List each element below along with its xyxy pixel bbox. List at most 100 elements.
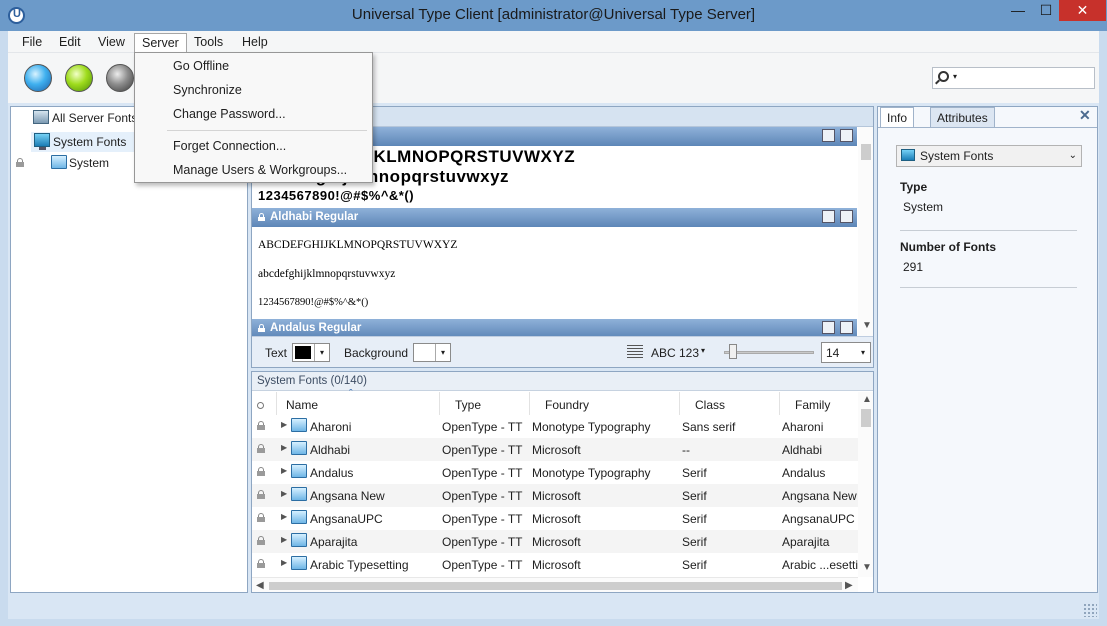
menu-file[interactable]: File — [15, 33, 49, 52]
present-icon[interactable] — [840, 321, 853, 334]
scroll-down-icon[interactable]: ▼ — [862, 320, 872, 331]
menu-item-synchronize[interactable]: Synchronize — [136, 79, 371, 101]
library-select[interactable]: System Fonts ⌄ — [896, 145, 1082, 167]
table-row[interactable]: ▶ Angsana New OpenType - TT Microsoft Serif A… — [252, 484, 858, 507]
menu-item-manage-users[interactable]: Manage Users & Workgroups... — [136, 159, 371, 181]
sample-lowercase: abcdefghijklmnopqrstuvwxyz — [258, 268, 396, 280]
scroll-thumb[interactable] — [861, 144, 871, 160]
column-header-family[interactable]: Family — [780, 392, 858, 415]
cell-type: OpenType - TT — [442, 535, 523, 549]
cell-type: OpenType - TT — [442, 466, 523, 480]
copy-icon[interactable] — [822, 321, 835, 334]
tree-item-system[interactable]: System — [49, 154, 129, 174]
tab-attributes[interactable]: Attributes — [930, 107, 995, 127]
menu-item-go-offline[interactable]: Go Offline — [136, 55, 371, 77]
background-color-picker[interactable]: ▾ — [413, 343, 451, 362]
menu-server[interactable]: Server — [134, 33, 187, 54]
font-size-select[interactable]: 14 ▾ — [821, 342, 871, 363]
size-slider-track[interactable] — [724, 351, 814, 354]
sample-mode-dropdown[interactable]: ABC 123 — [651, 346, 699, 360]
menu-item-forget-connection[interactable]: Forget Connection... — [136, 135, 371, 157]
table-row[interactable]: ▶ Arabic Typesetting OpenType - TT Microsof… — [252, 553, 860, 576]
chevron-down-icon[interactable]: ▾ — [701, 346, 705, 355]
menu-tools[interactable]: Tools — [187, 33, 230, 52]
table-horizontal-scrollbar[interactable]: ◀ ▶ — [252, 577, 858, 592]
cell-foundry: Microsoft — [532, 512, 581, 526]
scroll-thumb[interactable] — [861, 409, 871, 427]
sample-digits: 1234567890!@#$%^&*() — [258, 188, 415, 203]
preview-scrollbar[interactable]: ▼ — [858, 127, 873, 336]
search-box[interactable]: ▾ — [932, 67, 1095, 89]
table-row[interactable]: ▶ AngsanaUPC OpenType - TT Microsoft Serif An… — [252, 507, 858, 530]
scroll-down-icon[interactable]: ▼ — [862, 562, 872, 573]
scroll-up-icon[interactable]: ▲ — [862, 394, 872, 405]
copy-icon[interactable] — [822, 129, 835, 142]
column-label: Name — [286, 398, 319, 412]
cell-family: Aparajita — [782, 535, 830, 549]
search-icon[interactable] — [938, 71, 949, 82]
expand-arrow-icon[interactable]: ▶ — [281, 489, 287, 498]
scroll-thumb[interactable] — [269, 582, 842, 590]
column-header-foundry[interactable]: Foundry — [530, 392, 680, 415]
expand-arrow-icon[interactable]: ▶ — [281, 443, 287, 452]
cell-class: Serif — [682, 558, 707, 572]
table-row[interactable]: ▶ Aparajita OpenType - TT Microsoft Serif Apa… — [252, 530, 858, 553]
search-input[interactable] — [965, 70, 1090, 86]
expand-arrow-icon[interactable]: ▶ — [281, 512, 287, 521]
cell-foundry: Microsoft — [532, 489, 581, 503]
present-icon[interactable] — [840, 210, 853, 223]
folder-icon — [291, 533, 307, 547]
chevron-down-icon[interactable]: ▾ — [856, 343, 870, 362]
status-orb-blue-icon[interactable] — [24, 64, 52, 92]
menu-view[interactable]: View — [91, 33, 132, 52]
folder-icon — [291, 556, 307, 570]
tab-info[interactable]: Info — [880, 107, 915, 128]
lock-icon — [257, 490, 265, 499]
lock-icon — [257, 559, 265, 568]
close-window-button[interactable]: ✕ — [1059, 0, 1106, 21]
status-orb-gray-icon[interactable] — [106, 64, 134, 92]
lock-icon — [16, 158, 24, 167]
scroll-left-icon[interactable]: ◀ — [256, 580, 264, 591]
table-row[interactable]: ▶ Andalus OpenType - TT Monotype Typography… — [252, 461, 858, 484]
table-vertical-scrollbar[interactable]: ▲ ▼ — [858, 392, 873, 577]
text-color-picker[interactable]: ▾ — [292, 343, 330, 362]
minimize-button[interactable]: — — [1003, 0, 1033, 21]
server-fonts-icon — [33, 110, 49, 124]
server-menu-dropdown: Go Offline Synchronize Change Password..… — [134, 52, 373, 183]
table-row[interactable]: ▶ Aharoni OpenType - TT Monotype Typography… — [252, 415, 858, 438]
column-header-type[interactable]: Type — [440, 392, 530, 415]
text-lines-icon[interactable] — [627, 345, 643, 358]
cell-class: Sans serif — [682, 420, 736, 434]
copy-icon[interactable] — [822, 210, 835, 223]
expand-arrow-icon[interactable]: ▶ — [281, 558, 287, 567]
expand-arrow-icon[interactable]: ▶ — [281, 535, 287, 544]
chevron-down-icon[interactable]: ▾ — [435, 344, 450, 361]
expand-arrow-icon[interactable]: ▶ — [281, 466, 287, 475]
menu-edit[interactable]: Edit — [52, 33, 88, 52]
maximize-button[interactable]: ☐ — [1033, 0, 1059, 21]
resize-grip-icon[interactable] — [1083, 603, 1097, 617]
cell-class: Serif — [682, 535, 707, 549]
table-row[interactable]: ▶ Aldhabi OpenType - TT Microsoft -- Aldhabi — [252, 438, 858, 461]
menu-help[interactable]: Help — [235, 33, 275, 52]
status-orb-green-icon[interactable] — [65, 64, 93, 92]
chevron-down-icon[interactable]: ⌄ — [1069, 150, 1077, 161]
lock-icon — [257, 421, 265, 430]
divider — [900, 230, 1077, 231]
cell-class: Serif — [682, 489, 707, 503]
present-icon[interactable] — [840, 129, 853, 142]
column-header-class[interactable]: Class — [680, 392, 780, 415]
expand-arrow-icon[interactable]: ▶ — [281, 420, 287, 429]
menu-item-change-password[interactable]: Change Password... — [136, 103, 371, 125]
close-icon[interactable]: ✕ — [1079, 107, 1091, 124]
folder-icon — [291, 487, 307, 501]
font-preview-header: Aldhabi Regular — [252, 208, 857, 227]
status-column-header[interactable] — [252, 392, 277, 415]
chevron-down-icon[interactable]: ▾ — [314, 344, 329, 361]
search-options-caret[interactable]: ▾ — [953, 72, 957, 81]
scroll-right-icon[interactable]: ▶ — [845, 580, 853, 591]
tree-item-system-fonts[interactable]: System Fonts — [31, 132, 135, 152]
size-slider-thumb[interactable] — [729, 344, 737, 359]
column-header-name[interactable]: Name ˆ — [277, 388, 440, 415]
